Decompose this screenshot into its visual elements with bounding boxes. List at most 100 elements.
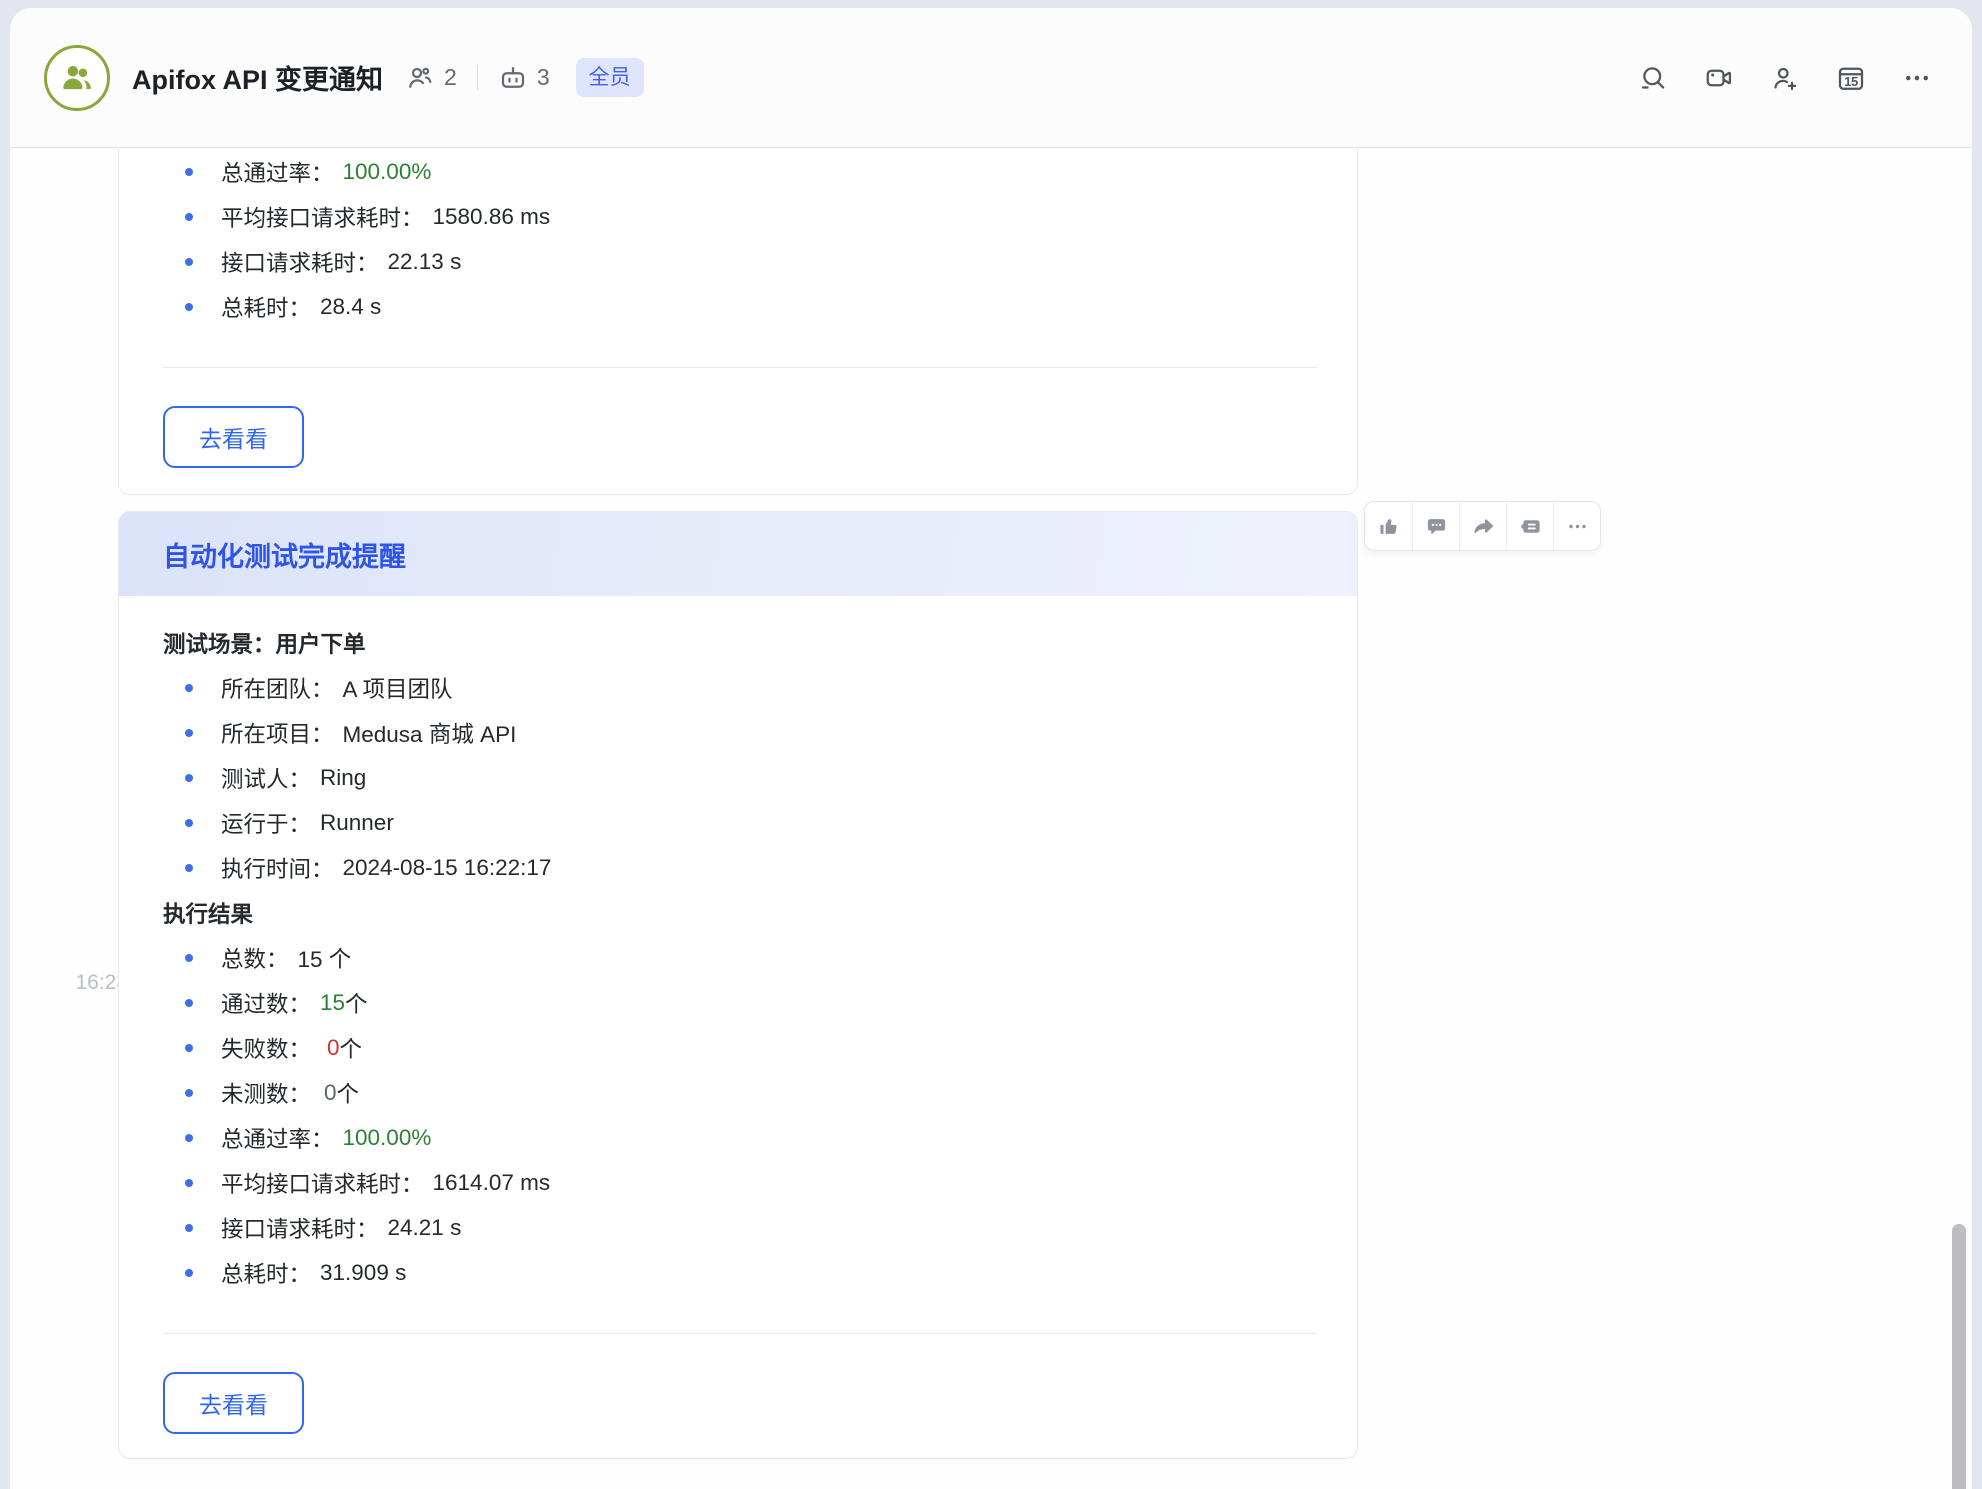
item-value: Ring (320, 765, 366, 791)
item-value: 100.00% (343, 1125, 432, 1151)
chat-window: Apifox API 变更通知 2 3 (10, 8, 1972, 1489)
message-list: 16:23 总通过率： 100.00% 平均接口请求耗时： 1580.86 ms… (10, 149, 1972, 1489)
comment-icon (1425, 515, 1448, 538)
card-header-band: 自动化测试完成提醒 (119, 512, 1357, 596)
bullet-icon (185, 258, 193, 266)
message-card-automation-test: 自动化测试完成提醒 测试场景： 用户下单 所在团队： A 项目团队 所在项目： … (118, 511, 1358, 1459)
list-item: 运行于： Runner (163, 800, 1317, 845)
list-item: 总通过率： 100.00% (163, 1115, 1317, 1160)
list-item: 失败数： 0 个 (163, 1025, 1317, 1070)
item-value: A 项目团队 (343, 672, 453, 704)
group-avatar[interactable] (44, 45, 110, 111)
item-label: 失败数： (221, 1032, 311, 1064)
bots-button[interactable] (498, 63, 528, 93)
item-value: 22.13 s (388, 249, 462, 275)
item-label: 执行时间： (221, 852, 334, 884)
message-more-button[interactable] (1553, 502, 1600, 550)
bullet-icon (185, 954, 193, 962)
scene-label: 测试场景： (163, 627, 276, 659)
calendar-day-label: 15 (1836, 74, 1866, 89)
list-item: 接口请求耗时： 24.21 s (163, 1205, 1317, 1250)
list-item: 总耗时： 28.4 s (163, 284, 1317, 329)
item-value: 1580.86 ms (433, 204, 551, 230)
bullet-icon (185, 729, 193, 737)
item-value-suffix: 个 (345, 987, 368, 1019)
bullet-icon (185, 303, 193, 311)
list-item: 总数： 15 个 (163, 935, 1317, 980)
member-count: 2 (444, 64, 457, 91)
item-value: 0 (327, 1035, 340, 1061)
item-label: 通过数： (221, 987, 311, 1019)
all-members-badge: 全员 (576, 58, 644, 97)
thumbs-up-icon (1377, 515, 1400, 538)
forward-icon (1472, 515, 1495, 538)
bullet-icon (185, 864, 193, 872)
item-value: 1614.07 ms (433, 1170, 551, 1196)
video-call-button[interactable] (1704, 63, 1734, 93)
item-label: 所在项目： (221, 717, 334, 749)
result-section-title: 执行结果 (163, 890, 1317, 935)
list-item: 测试人： Ring (163, 755, 1317, 800)
list-item: 所在团队： A 项目团队 (163, 665, 1317, 710)
bullet-icon (185, 1179, 193, 1187)
chat-header: Apifox API 变更通知 2 3 (10, 8, 1972, 148)
item-label: 总通过率： (221, 156, 334, 188)
robot-icon (498, 63, 528, 93)
scene-line: 测试场景： 用户下单 (163, 620, 1317, 665)
list-item: 所在项目： Medusa 商城 API (163, 710, 1317, 755)
item-value: 2024-08-15 16:22:17 (343, 855, 552, 881)
item-value: 31.909 s (320, 1260, 406, 1286)
item-label: 总耗时： (221, 1257, 311, 1289)
thumbs-up-button[interactable] (1365, 502, 1412, 550)
message-card-test-summary: 总通过率： 100.00% 平均接口请求耗时： 1580.86 ms 接口请求耗… (118, 149, 1358, 495)
video-camera-icon (1704, 63, 1734, 93)
list-item: 接口请求耗时： 22.13 s (163, 239, 1317, 284)
bullet-icon (185, 819, 193, 827)
comment-button[interactable] (1412, 502, 1459, 550)
bullet-icon (185, 168, 193, 176)
header-actions: 15 (1638, 63, 1932, 93)
item-value: 28.4 s (320, 294, 381, 320)
bullet-icon (185, 1089, 193, 1097)
item-value: Medusa 商城 API (343, 717, 517, 749)
card-body: 测试场景： 用户下单 所在团队： A 项目团队 所在项目： Medusa 商城 … (119, 596, 1357, 1434)
go-check-button[interactable]: 去看看 (163, 406, 304, 468)
quote-reply-icon (1519, 515, 1542, 538)
item-label: 平均接口请求耗时： (221, 201, 424, 233)
item-value: 0 (324, 1080, 337, 1106)
bullet-icon (185, 1269, 193, 1277)
more-icon (1902, 63, 1932, 93)
calendar-button[interactable]: 15 (1836, 63, 1866, 93)
bullet-icon (185, 213, 193, 221)
forward-button[interactable] (1459, 502, 1506, 550)
ellipsis-icon (1566, 515, 1589, 538)
item-label: 接口请求耗时： (221, 1212, 379, 1244)
list-item: 未测数： 0 个 (163, 1070, 1317, 1115)
bullet-icon (185, 1134, 193, 1142)
go-check-button[interactable]: 去看看 (163, 1372, 304, 1434)
bullet-icon (185, 1224, 193, 1232)
item-value: 100.00% (343, 159, 432, 185)
list-item: 总通过率： 100.00% (163, 149, 1317, 194)
list-item: 平均接口请求耗时： 1614.07 ms (163, 1160, 1317, 1205)
bullet-icon (185, 684, 193, 692)
chat-title: Apifox API 变更通知 (132, 58, 383, 97)
item-label: 平均接口请求耗时： (221, 1167, 424, 1199)
members-button[interactable] (405, 63, 435, 93)
vertical-scrollbar[interactable] (1952, 1224, 1966, 1489)
group-people-icon (58, 59, 96, 97)
quote-reply-button[interactable] (1506, 502, 1553, 550)
list-item: 执行时间： 2024-08-15 16:22:17 (163, 845, 1317, 890)
search-icon (1638, 63, 1668, 93)
item-label: 测试人： (221, 762, 311, 794)
message-timestamp: 16:23 (50, 971, 128, 995)
item-label: 未测数： (221, 1077, 311, 1109)
meta-divider (477, 65, 478, 90)
scene-value: 用户下单 (276, 627, 366, 659)
add-member-button[interactable] (1770, 63, 1800, 93)
person-add-icon (1770, 63, 1800, 93)
more-button[interactable] (1902, 63, 1932, 93)
search-button[interactable] (1638, 63, 1668, 93)
card-title: 自动化测试完成提醒 (163, 535, 406, 574)
message-hover-toolbar (1364, 501, 1601, 551)
